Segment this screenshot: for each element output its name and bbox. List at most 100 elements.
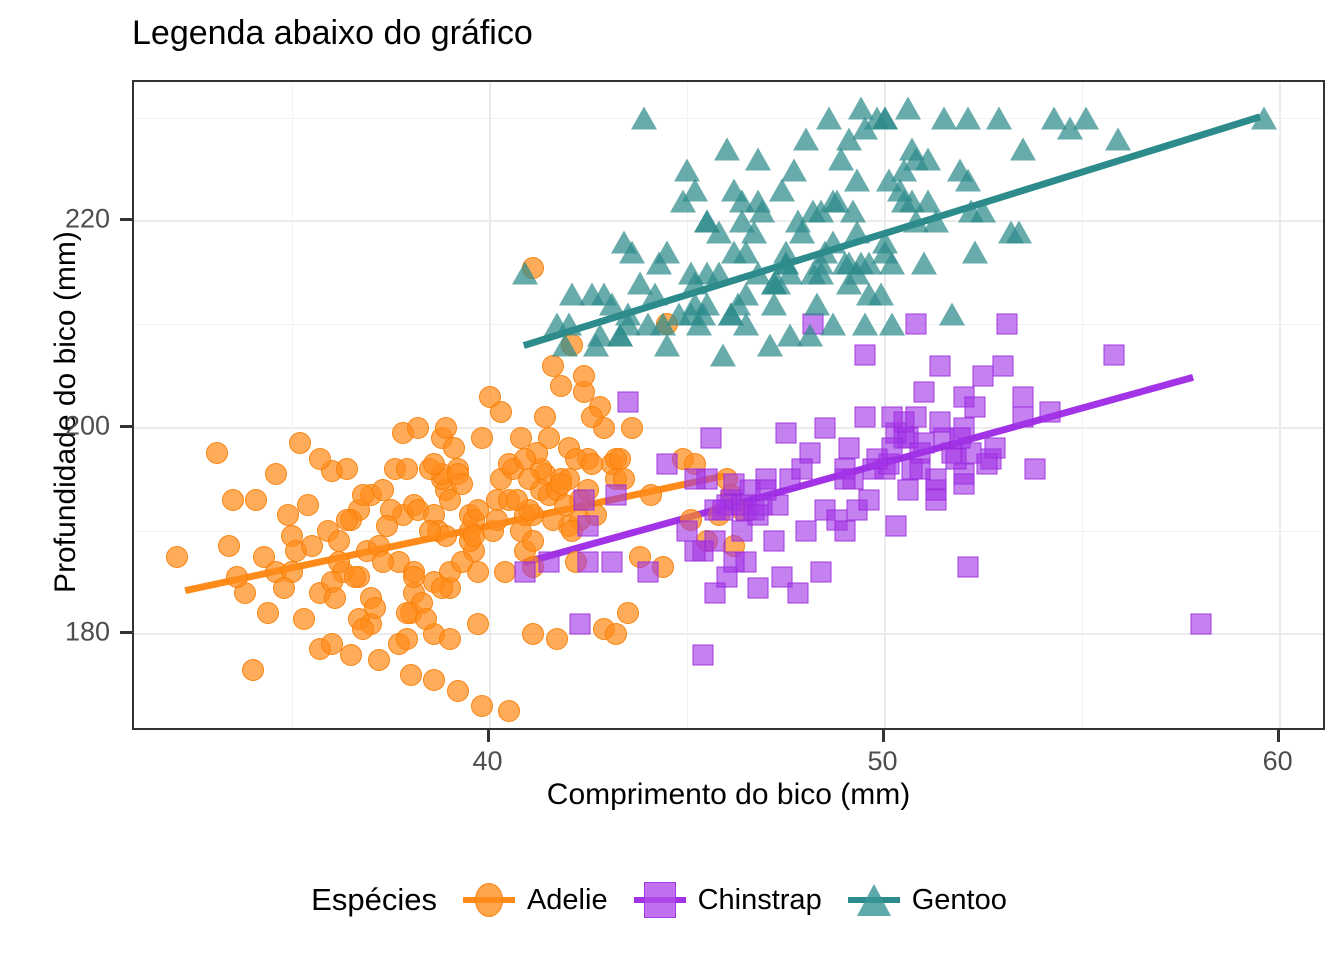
data-point-chinstrap [964,396,986,418]
data-point-gentoo [780,158,807,182]
data-point-gentoo [828,147,855,171]
legend-item-adelie[interactable]: Adelie [462,874,608,926]
data-point-adelie [308,447,331,470]
data-point-adelie [608,447,631,470]
data-point-gentoo [709,343,736,367]
data-point-gentoo [583,333,610,357]
gridline-horizontal [134,426,1323,429]
data-point-chinstrap [791,458,813,480]
data-point-gentoo [559,282,586,305]
data-point-chinstrap [854,344,876,366]
data-point-gentoo [717,302,744,326]
data-point-gentoo [745,189,772,213]
gridline-horizontal-minor [134,530,1323,532]
data-point-adelie [486,509,509,532]
data-point-chinstrap [775,422,797,444]
data-point-adelie [533,406,556,429]
data-point-chinstrap [514,561,536,583]
data-point-gentoo [954,106,981,130]
data-point-gentoo [760,292,787,316]
data-point-adelie [371,550,394,573]
data-point-gentoo [733,240,760,264]
data-point-adelie [344,566,367,589]
data-point-adelie [470,695,493,718]
data-point-adelie [375,514,398,537]
data-point-adelie [221,488,244,511]
data-point-chinstrap [858,489,880,511]
data-point-adelie [514,447,537,470]
data-point-adelie [581,452,604,475]
data-point-adelie [553,494,576,517]
data-point-gentoo [614,312,641,336]
square-marker-icon [643,882,676,918]
data-point-chinstrap [834,520,856,542]
data-point-adelie [292,607,315,630]
data-point-chinstrap [573,489,595,511]
data-point-adelie [620,416,643,439]
gridline-horizontal [134,632,1323,635]
data-point-chinstrap [617,391,639,413]
data-point-adelie [265,463,288,486]
data-point-chinstrap [684,468,706,490]
data-point-gentoo [626,271,653,295]
data-point-adelie [450,550,473,573]
data-point-adelie [403,566,426,589]
data-point-gentoo [800,261,827,285]
data-point-adelie [288,432,311,455]
data-point-chinstrap [814,417,836,439]
data-point-gentoo [879,312,906,336]
data-point-adelie [462,524,485,547]
data-point-gentoo [1057,116,1084,140]
data-point-gentoo [812,240,839,264]
data-point-adelie [399,664,422,687]
data-point-chinstrap [795,520,817,542]
data-point-adelie [328,530,351,553]
data-point-adelie [450,473,473,496]
data-point-adelie [407,416,430,439]
data-point-chinstrap [569,613,591,635]
data-point-adelie [640,483,663,506]
data-point-adelie [241,659,264,682]
data-point-adelie [352,617,375,640]
data-point-chinstrap [787,582,809,604]
data-point-gentoo [847,96,874,120]
data-point-chinstrap [747,504,769,526]
data-point-gentoo [1250,106,1277,130]
y-tick-label: 220 [64,203,110,234]
x-tick-mark [1276,730,1280,742]
gridline-vertical-minor [292,82,293,728]
data-point-adelie [352,483,375,506]
data-point-chinstrap [897,479,919,501]
data-point-gentoo [681,271,708,295]
data-point-adelie [217,535,240,558]
data-point-gentoo [847,251,874,275]
y-tick-mark [120,218,132,222]
y-tick-mark [120,630,132,634]
data-point-chinstrap [723,473,745,495]
data-point-chinstrap [976,453,998,475]
data-point-gentoo [836,127,862,151]
data-point-adelie [521,622,544,645]
data-point-gentoo [646,251,673,275]
data-point-chinstrap [929,411,951,433]
legend-item-chinstrap[interactable]: Chinstrap [633,874,822,926]
data-point-gentoo [915,189,942,213]
data-point-chinstrap [704,499,726,521]
data-point-gentoo [721,178,748,202]
y-tick-label: 200 [64,410,110,441]
data-point-gentoo [757,333,783,357]
legend-item-gentoo[interactable]: Gentoo [847,874,1007,926]
data-point-chinstrap [684,540,706,562]
data-point-adelie [257,602,280,625]
data-point-adelie [296,494,319,517]
legend: Espécies Adelie Chinstrap Gentoo [0,860,1344,940]
data-point-gentoo [922,209,949,233]
data-point-chinstrap [704,530,726,552]
data-point-adelie [616,602,639,625]
legend-key-gentoo [847,874,900,926]
data-point-gentoo [768,178,795,202]
data-point-chinstrap [577,551,599,573]
data-point-gentoo [670,189,697,213]
data-point-chinstrap [854,406,876,428]
data-point-chinstrap [957,556,979,578]
